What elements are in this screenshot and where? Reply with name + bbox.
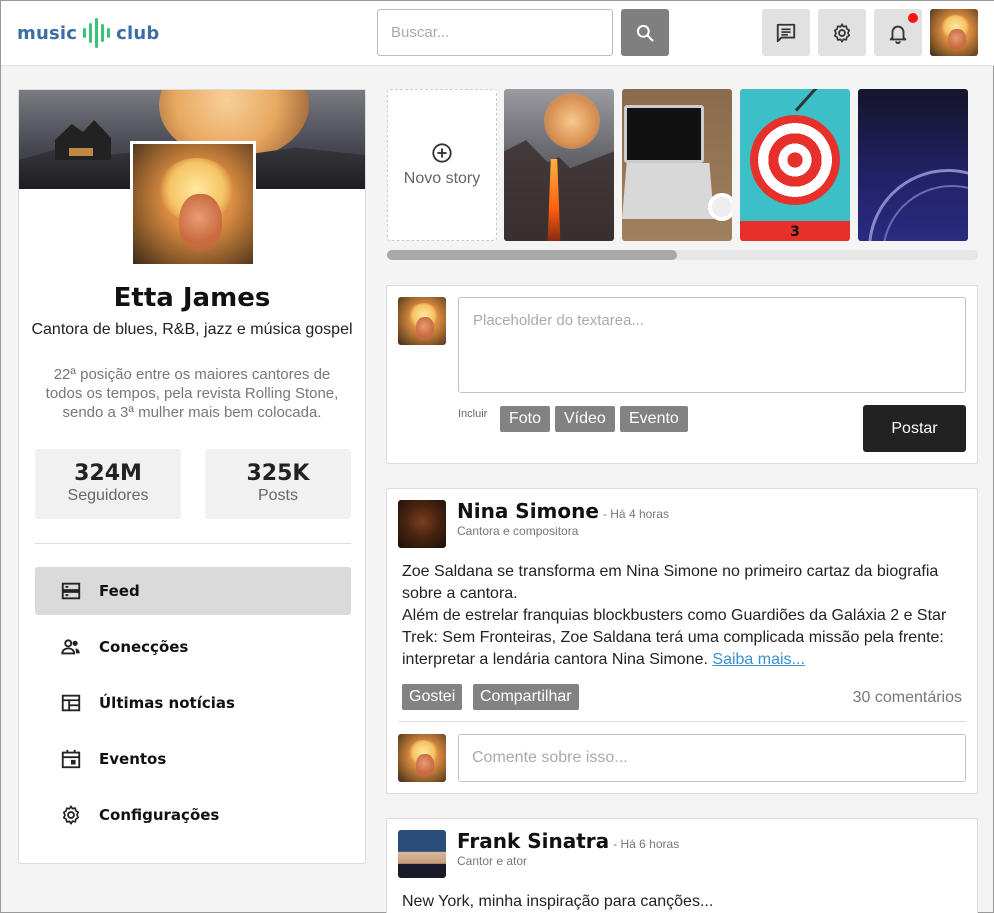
like-button[interactable]: Gostei (402, 684, 463, 710)
include-photo-button[interactable]: Foto (500, 406, 551, 432)
scrollbar-thumb[interactable] (387, 250, 677, 260)
nav-label: Últimas notícias (99, 694, 235, 712)
post-author: Frank Sinatra - Há 6 horas (457, 829, 679, 853)
messages-button[interactable] (762, 9, 810, 56)
include-video-button[interactable]: Vídeo (555, 406, 615, 432)
new-story-button[interactable]: Novo story (387, 89, 497, 241)
divider (35, 543, 351, 544)
logo[interactable]: music club (17, 17, 159, 49)
stat-label: Seguidores (67, 487, 149, 504)
story-item[interactable] (504, 89, 614, 241)
feed-post: Frank Sinatra - Há 6 horas Cantor e ator … (386, 818, 978, 913)
stat-label: Posts (257, 487, 298, 504)
calendar-icon (59, 747, 83, 771)
avatar (398, 297, 446, 345)
post-author: Nina Simone - Há 4 horas (457, 499, 669, 523)
sound-wave-icon (83, 18, 111, 48)
story-item[interactable]: 3 (740, 89, 850, 241)
logo-text-right: club (116, 22, 160, 44)
stories-scrollbar[interactable] (387, 250, 978, 260)
search-button[interactable] (621, 9, 669, 56)
news-icon (59, 691, 83, 715)
nav-label: Eventos (99, 750, 167, 768)
sidebar-nav: Feed Conecções Últimas notícias Eventos … (35, 567, 351, 847)
gear-icon (833, 22, 851, 43)
user-avatar[interactable] (930, 9, 978, 56)
bell-icon (889, 25, 907, 44)
logo-text-left: music (17, 22, 78, 44)
profile-avatar[interactable] (130, 141, 256, 267)
post-body: New York, minha inspiração para canções.… (402, 891, 962, 913)
nav-label: Feed (99, 582, 140, 600)
stat-value: 324M (74, 461, 142, 486)
share-button[interactable]: Compartilhar (473, 684, 579, 710)
include-label: Incluir (458, 408, 488, 420)
notification-dot (908, 13, 918, 23)
post-text: Zoe Saldana se transforma em Nina Simone… (402, 563, 939, 602)
post-button[interactable]: Postar (863, 405, 966, 452)
include-event-button[interactable]: Evento (620, 406, 688, 432)
post-time: - Há 6 horas (613, 837, 680, 851)
stories-strip: Novo story 3 (387, 89, 978, 241)
profile-name: Etta James (113, 283, 271, 313)
feed-post: Nina Simone - Há 4 horas Cantora e compos… (386, 488, 978, 794)
read-more-link[interactable]: Saiba mais... (712, 651, 804, 668)
profile-role: Cantora de blues, R&B, jazz e música gos… (31, 321, 353, 338)
comment-input[interactable] (458, 734, 966, 782)
author-name[interactable]: Nina Simone (457, 499, 599, 523)
feed-icon (59, 579, 83, 603)
post-text: Além de estrelar franquias blockbusters … (402, 607, 947, 668)
post-body: Zoe Saldana se transforma em Nina Simone… (402, 561, 962, 671)
stat-followers: 324M Seguidores (35, 449, 181, 519)
profile-card: Etta James Cantora de blues, R&B, jazz e… (18, 89, 366, 864)
nav-item-events[interactable]: Eventos (35, 735, 351, 783)
chat-icon (776, 23, 796, 42)
nav-item-settings[interactable]: Configurações (35, 791, 351, 839)
post-text: New York, minha inspiração para canções.… (402, 893, 714, 910)
gear-icon (59, 803, 83, 827)
author-name[interactable]: Frank Sinatra (457, 829, 609, 853)
avatar (398, 734, 446, 782)
top-bar: music club (1, 1, 994, 66)
profile-bio: 22ª posição entre os maiores cantores de… (45, 366, 339, 421)
search-icon (636, 24, 654, 42)
author-avatar[interactable] (398, 500, 446, 548)
nav-label: Configurações (99, 806, 220, 824)
settings-button[interactable] (818, 9, 866, 56)
story-item[interactable] (858, 89, 968, 241)
post-text-continued: Além de estrelar franquias blockbusters … (402, 605, 962, 671)
post-composer: Incluir Foto Vídeo Evento Postar (386, 285, 978, 464)
new-story-label: Novo story (403, 170, 481, 187)
nav-item-feed[interactable]: Feed (35, 567, 351, 615)
add-circle-icon (432, 143, 452, 163)
search-input[interactable] (377, 9, 613, 56)
author-avatar[interactable] (398, 830, 446, 878)
comments-count[interactable]: 30 comentários (853, 689, 962, 707)
story-item[interactable] (622, 89, 732, 241)
stat-posts: 325K Posts (205, 449, 351, 519)
people-icon (59, 635, 83, 659)
post-textarea[interactable] (458, 297, 966, 393)
story-badge: 3 (740, 221, 850, 241)
notifications-button[interactable] (874, 9, 922, 56)
post-time: - Há 4 horas (602, 507, 669, 521)
author-subtitle: Cantor e ator (457, 854, 528, 868)
divider (398, 721, 966, 722)
nav-item-news[interactable]: Últimas notícias (35, 679, 351, 727)
nav-label: Conecções (99, 638, 189, 656)
stat-value: 325K (246, 461, 310, 486)
nav-item-connections[interactable]: Conecções (35, 623, 351, 671)
author-subtitle: Cantora e compositora (457, 524, 579, 538)
